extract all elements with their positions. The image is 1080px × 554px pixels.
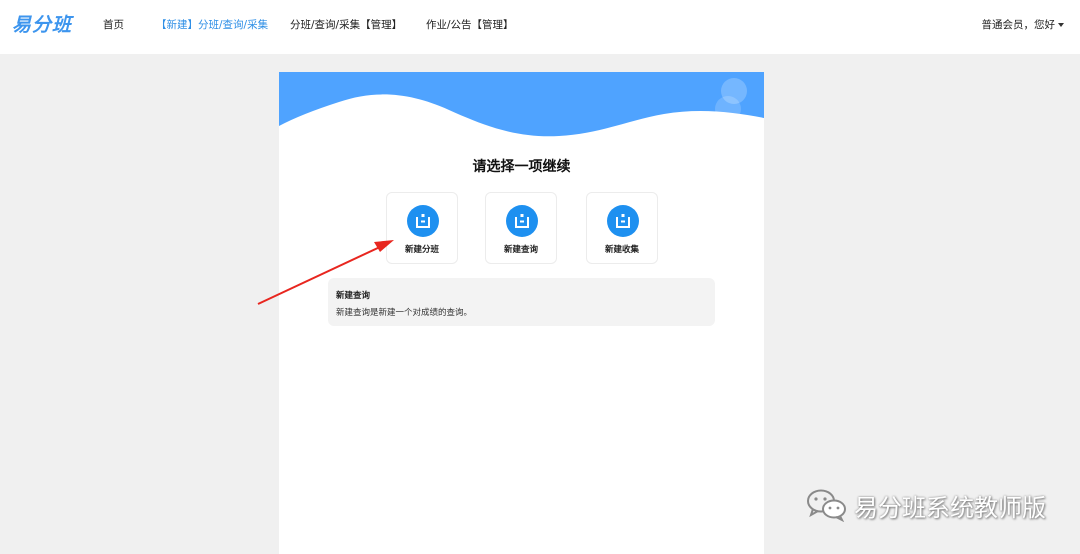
description-panel: 新建查询 新建查询是新建一个对成绩的查询。 [328, 278, 715, 326]
new-item-icon [607, 205, 639, 237]
user-menu[interactable]: 普通会员，您好 [981, 17, 1064, 32]
top-navbar: 易分班 首页 【新建】分班/查询/采集 分班/查询/采集【管理】 作业/公告【管… [0, 0, 1080, 54]
nav-item-manage[interactable]: 分班/查询/采集【管理】 [290, 17, 402, 32]
page-title: 请选择一项继续 [472, 159, 571, 175]
option-new-collection[interactable]: 新建收集 [586, 192, 658, 264]
description-text: 新建查询是新建一个对成绩的查询。 [336, 308, 473, 318]
option-label: 新建查询 [503, 245, 538, 255]
new-item-icon [407, 205, 439, 237]
wechat-icon [807, 489, 846, 522]
nav-item-home[interactable]: 首页 [103, 17, 124, 32]
wave-banner [279, 72, 764, 137]
main-card: 请选择一项继续 新建分班 新建查询 新建收集 新建查询 新建查询是新建一个对成绩… [279, 72, 764, 554]
nav-item-new[interactable]: 【新建】分班/查询/采集 [156, 17, 268, 32]
new-item-icon [506, 205, 538, 237]
caret-down-icon [1058, 23, 1064, 27]
watermark: 易分班系统教师版 [806, 488, 1046, 522]
nav-item-homework[interactable]: 作业/公告【管理】 [426, 17, 514, 32]
brand-logo[interactable]: 易分班 [12, 10, 72, 37]
option-label: 新建收集 [604, 245, 639, 255]
option-new-query[interactable]: 新建查询 [485, 192, 557, 264]
option-new-class[interactable]: 新建分班 [386, 192, 458, 264]
watermark-text: 易分班系统教师版 [854, 493, 1046, 522]
description-title: 新建查询 [336, 291, 371, 301]
option-label: 新建分班 [404, 245, 439, 255]
user-greeting: 普通会员，您好 [981, 19, 1056, 31]
